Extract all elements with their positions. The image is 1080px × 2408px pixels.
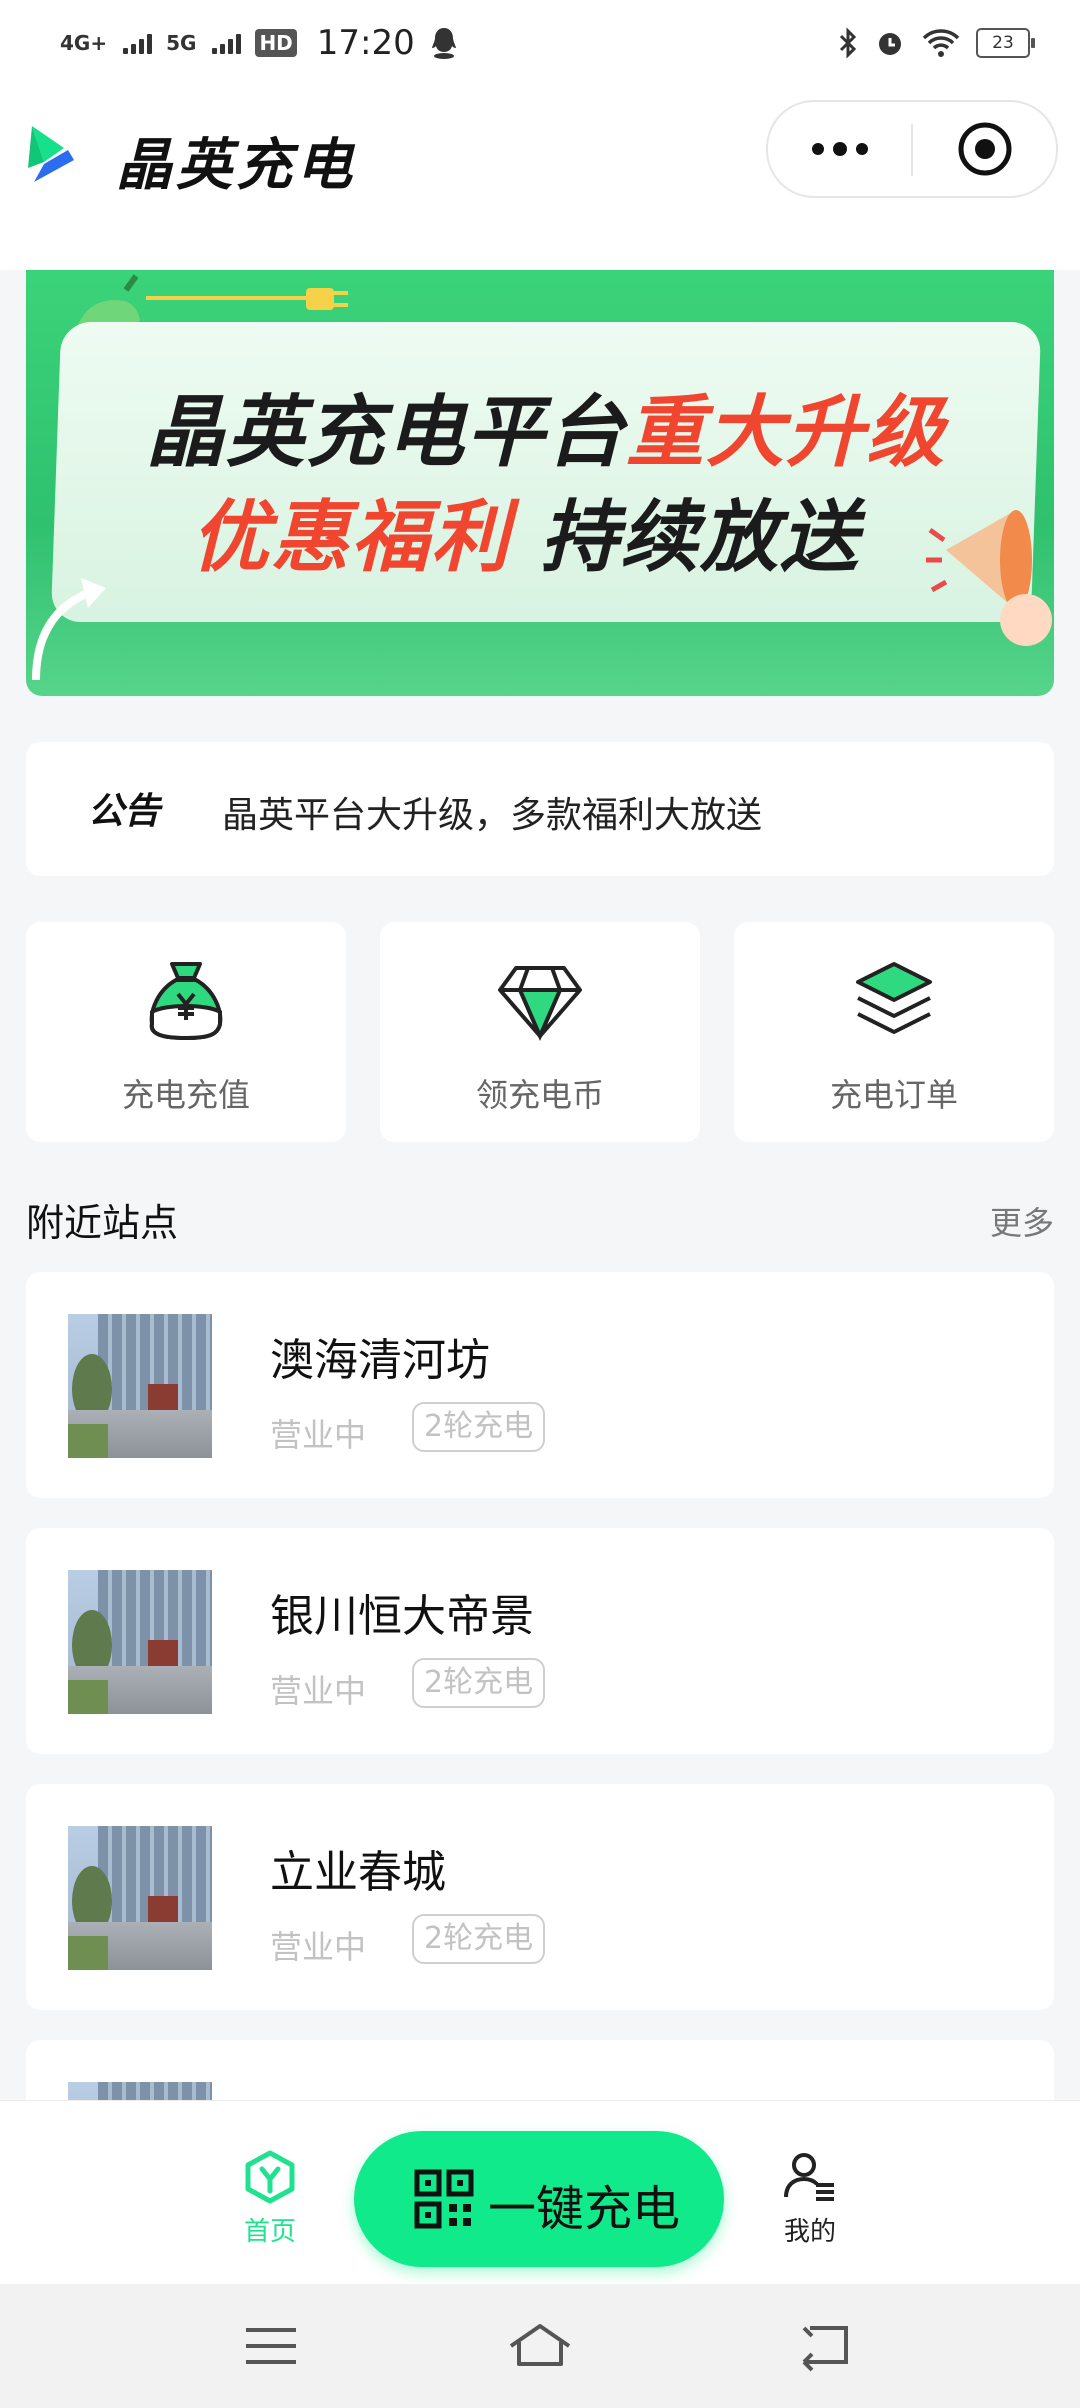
status-left: 4G+ 5G HD 17:20 bbox=[60, 18, 459, 68]
more-dots-icon bbox=[811, 142, 868, 156]
station-tag: 2轮充电 bbox=[412, 1402, 546, 1452]
qq-icon bbox=[431, 28, 456, 59]
app-header: 晶英充电 bbox=[0, 86, 1080, 270]
banner-line-1: 晶英充电平台重大升级 bbox=[146, 370, 946, 482]
system-nav-bar bbox=[0, 2284, 1080, 2408]
station-photo bbox=[68, 2082, 212, 2100]
quick-action-coins[interactable]: 领充电币 bbox=[380, 922, 700, 1142]
quick-action-label: 充电充值 bbox=[121, 1076, 250, 1114]
quick-action-label: 充电订单 bbox=[829, 1076, 958, 1114]
battery-icon: 23 bbox=[976, 28, 1035, 58]
more-button[interactable] bbox=[768, 102, 911, 196]
station-name: 立业春城 bbox=[270, 1847, 446, 1898]
status-bar: 4G+ 5G HD 17:20 23 bbox=[0, 0, 1080, 86]
tab-mine[interactable]: 我的 bbox=[770, 2149, 850, 2248]
alarm-icon bbox=[879, 33, 901, 55]
banner-line-1-dark: 晶英充电平台 bbox=[146, 388, 627, 478]
quick-actions: 充电充值 领充电币 充电订单 bbox=[26, 922, 1054, 1142]
status-time: 17:20 bbox=[316, 23, 415, 63]
station-card[interactable]: 澳海清河坊 营业中 2轮充电 bbox=[26, 1272, 1054, 1498]
plug-line-illustration bbox=[146, 288, 348, 310]
app-title: 晶英充电 bbox=[116, 133, 356, 198]
tab-home-label: 首页 bbox=[243, 2217, 296, 2247]
notice-bar[interactable]: 公告 晶英平台大升级，多款福利大放送 bbox=[26, 742, 1054, 876]
qr-code-icon bbox=[414, 2169, 474, 2229]
quick-action-orders[interactable]: 充电订单 bbox=[734, 922, 1054, 1142]
station-status: 营业中 bbox=[270, 1672, 367, 1710]
scan-charge-label: 一键充电 bbox=[488, 2181, 681, 2237]
network-type-1: 4G+ bbox=[60, 31, 108, 55]
quick-action-label: 领充电币 bbox=[475, 1076, 604, 1114]
station-photo bbox=[68, 1314, 212, 1458]
station-card[interactable]: 立业春城 营业中 2轮充电 bbox=[26, 1784, 1054, 2010]
tab-home[interactable]: 首页 bbox=[230, 2149, 310, 2248]
station-name: 银川恒大帝景 bbox=[270, 1591, 534, 1642]
notice-text: 晶英平台大升级，多款福利大放送 bbox=[222, 795, 763, 836]
scan-charge-button[interactable]: 一键充电 bbox=[354, 2131, 724, 2267]
station-name: 澳海清河坊 bbox=[270, 1335, 490, 1386]
banner-line-2: 优惠福利 持续放送 bbox=[191, 475, 860, 587]
station-status: 营业中 bbox=[270, 1416, 367, 1454]
station-status: 营业中 bbox=[270, 1928, 367, 1966]
app-logo-icon bbox=[28, 126, 74, 182]
menu-icon[interactable] bbox=[236, 2316, 306, 2376]
bottom-tab-bar: 首页 一键充电 我的 bbox=[0, 2100, 1080, 2285]
target-close-icon bbox=[958, 122, 1011, 176]
station-photo bbox=[68, 1570, 212, 1714]
user-profile-icon bbox=[784, 2153, 834, 2201]
signal-icon-2 bbox=[212, 32, 242, 54]
miniprogram-capsule bbox=[766, 100, 1058, 198]
tab-mine-label: 我的 bbox=[783, 2217, 836, 2247]
status-right: 23 bbox=[838, 20, 1035, 66]
station-card[interactable]: 银川恒大帝景 营业中 2轮充电 bbox=[26, 1528, 1054, 1754]
notice-tag: 公告 bbox=[88, 791, 161, 832]
money-bag-icon bbox=[149, 962, 223, 1041]
home-hexagon-icon bbox=[245, 2150, 295, 2204]
megaphone-illustration bbox=[926, 510, 1052, 646]
close-button[interactable] bbox=[913, 102, 1056, 196]
station-card-partial[interactable] bbox=[26, 2040, 1054, 2100]
layers-icon bbox=[856, 962, 932, 1034]
station-tag: 2轮充电 bbox=[412, 1658, 546, 1708]
back-icon[interactable] bbox=[790, 2316, 860, 2376]
bluetooth-icon bbox=[839, 27, 857, 59]
nearby-title: 附近站点 bbox=[26, 1201, 179, 1245]
hd-badge: HD bbox=[255, 29, 297, 57]
wifi-icon bbox=[922, 29, 960, 57]
quick-action-recharge[interactable]: 充电充值 bbox=[26, 922, 346, 1142]
station-photo bbox=[68, 1826, 212, 1970]
signal-icon bbox=[123, 32, 153, 54]
banner-line-2-red: 优惠福利 bbox=[191, 493, 512, 583]
banner-line-2-dark: 持续放送 bbox=[540, 493, 861, 583]
station-tag: 2轮充电 bbox=[412, 1914, 546, 1964]
banner-line-1-red: 重大升级 bbox=[626, 388, 947, 478]
home-icon[interactable] bbox=[505, 2316, 575, 2376]
diamond-icon bbox=[498, 966, 582, 1042]
nearby-more-link[interactable]: 更多 bbox=[990, 1198, 1054, 1244]
network-type-2: 5G bbox=[166, 31, 197, 55]
arrow-decoration bbox=[32, 578, 106, 681]
promo-banner[interactable]: 晶英充电平台重大升级 优惠福利 持续放送 bbox=[26, 270, 1054, 696]
